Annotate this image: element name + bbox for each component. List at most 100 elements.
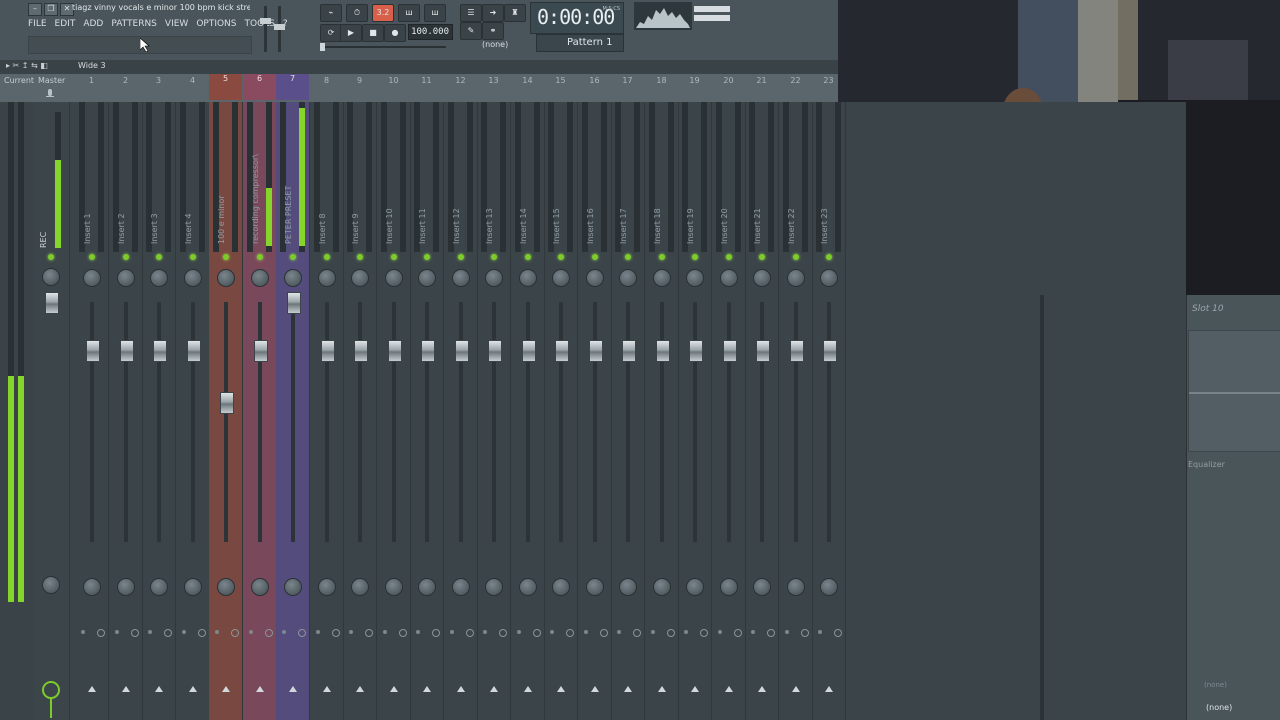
route-arrow-icon[interactable] xyxy=(222,686,230,692)
insert-strip[interactable]: Insert 3 xyxy=(142,102,176,720)
sidechain-dot[interactable] xyxy=(399,629,407,637)
route-arrow-icon[interactable] xyxy=(356,686,364,692)
sidechain-dot[interactable] xyxy=(97,629,105,637)
stereo-sep-knob[interactable] xyxy=(720,578,738,596)
sidechain-dot[interactable] xyxy=(164,629,172,637)
volume-fader[interactable] xyxy=(86,340,100,362)
route-dot[interactable] xyxy=(751,630,755,634)
mixer-preset[interactable]: Wide 3 xyxy=(78,61,106,70)
track-led[interactable] xyxy=(223,254,229,260)
insert-strip[interactable]: Insert 21 xyxy=(745,102,779,720)
insert-strip[interactable]: Insert 2 xyxy=(109,102,143,720)
pan-knob[interactable] xyxy=(686,269,704,287)
insert-strip[interactable]: Insert 8 xyxy=(310,102,344,720)
pan-knob[interactable] xyxy=(251,269,269,287)
insert-strip[interactable]: Insert 14 xyxy=(511,102,545,720)
stereo-sep-knob[interactable] xyxy=(686,578,704,596)
pan-knob[interactable] xyxy=(217,269,235,287)
pan-knob[interactable] xyxy=(385,269,403,287)
insert-strip[interactable]: Insert 17 xyxy=(611,102,645,720)
stereo-sep-knob[interactable] xyxy=(619,578,637,596)
route-dot[interactable] xyxy=(282,630,286,634)
plugin-picker-icon[interactable]: ♜ xyxy=(504,4,526,22)
route-dot[interactable] xyxy=(450,630,454,634)
track-led[interactable] xyxy=(257,254,263,260)
route-arrow-icon[interactable] xyxy=(792,686,800,692)
pan-knob[interactable] xyxy=(820,269,838,287)
stereo-sep-knob[interactable] xyxy=(217,578,235,596)
sidechain-dot[interactable] xyxy=(332,629,340,637)
sidechain-dot[interactable] xyxy=(700,629,708,637)
route-arrow-icon[interactable] xyxy=(189,686,197,692)
route-arrow-icon[interactable] xyxy=(323,686,331,692)
route-dot[interactable] xyxy=(718,630,722,634)
insert-strip[interactable]: Insert 9 xyxy=(343,102,377,720)
loop-record-icon[interactable]: ⟳ xyxy=(320,24,342,42)
pan-knob[interactable] xyxy=(586,269,604,287)
volume-fader[interactable] xyxy=(354,340,368,362)
sidechain-dot[interactable] xyxy=(198,629,206,637)
master-volume-slider[interactable] xyxy=(258,2,290,58)
pan-knob[interactable] xyxy=(83,269,101,287)
track-led[interactable] xyxy=(491,254,497,260)
volume-fader[interactable] xyxy=(823,340,837,362)
route-dot[interactable] xyxy=(684,630,688,634)
master-fader[interactable] xyxy=(45,292,59,314)
route-dot[interactable] xyxy=(517,630,521,634)
volume-fader[interactable] xyxy=(790,340,804,362)
insert-strip[interactable]: Insert 15 xyxy=(544,102,578,720)
route-arrow-icon[interactable] xyxy=(591,686,599,692)
volume-fader[interactable] xyxy=(388,340,402,362)
track-led[interactable] xyxy=(89,254,95,260)
stereo-sep-knob[interactable] xyxy=(586,578,604,596)
pan-knob[interactable] xyxy=(619,269,637,287)
insert-strip[interactable]: Insert 10 xyxy=(377,102,411,720)
sidechain-dot[interactable] xyxy=(499,629,507,637)
sidechain-dot[interactable] xyxy=(365,629,373,637)
volume-fader[interactable] xyxy=(254,340,268,362)
track-led[interactable] xyxy=(759,254,765,260)
track-led[interactable] xyxy=(659,254,665,260)
none-selector[interactable]: (none) xyxy=(482,40,508,49)
sidechain-dot[interactable] xyxy=(633,629,641,637)
playlist-icon[interactable]: ☰ xyxy=(460,4,482,22)
route-arrow-icon[interactable] xyxy=(758,686,766,692)
sidechain-dot[interactable] xyxy=(566,629,574,637)
route-arrow-icon[interactable] xyxy=(490,686,498,692)
pan-knob[interactable] xyxy=(150,269,168,287)
stereo-sep-knob[interactable] xyxy=(117,578,135,596)
time-display[interactable]: 0:00:00 M:S:CS xyxy=(530,2,624,34)
route-arrow-icon[interactable] xyxy=(256,686,264,692)
tempo-display[interactable]: 100.000 xyxy=(408,24,453,40)
volume-fader[interactable] xyxy=(321,340,335,362)
route-dot[interactable] xyxy=(651,630,655,634)
track-led[interactable] xyxy=(290,254,296,260)
master-route-icon[interactable] xyxy=(37,678,65,720)
menu-edit[interactable]: EDIT xyxy=(55,19,76,29)
menu-add[interactable]: ADD xyxy=(83,19,103,29)
stereo-sep-knob[interactable] xyxy=(820,578,838,596)
track-led[interactable] xyxy=(391,254,397,260)
volume-fader[interactable] xyxy=(120,340,134,362)
master-strip[interactable]: REC xyxy=(33,102,70,720)
insert-strip[interactable]: Insert 22 xyxy=(779,102,813,720)
route-arrow-icon[interactable] xyxy=(390,686,398,692)
fx-slot-label[interactable]: Slot 10 xyxy=(1192,304,1224,314)
pan-knob[interactable] xyxy=(351,269,369,287)
volume-fader[interactable] xyxy=(220,392,234,414)
wait-input-icon[interactable]: ⏱ xyxy=(346,4,368,22)
restore-button[interactable]: ❐ xyxy=(44,3,58,16)
master-led[interactable] xyxy=(48,254,54,260)
sidechain-dot[interactable] xyxy=(298,629,306,637)
route-dot[interactable] xyxy=(818,630,822,634)
sidechain-dot[interactable] xyxy=(432,629,440,637)
track-led[interactable] xyxy=(726,254,732,260)
volume-fader[interactable] xyxy=(589,340,603,362)
sidechain-dot[interactable] xyxy=(533,629,541,637)
play-button[interactable]: ▶ xyxy=(340,24,362,42)
route-arrow-icon[interactable] xyxy=(658,686,666,692)
pan-knob[interactable] xyxy=(452,269,470,287)
stereo-sep-knob[interactable] xyxy=(653,578,671,596)
menu-file[interactable]: FILE xyxy=(28,19,47,29)
volume-fader[interactable] xyxy=(689,340,703,362)
